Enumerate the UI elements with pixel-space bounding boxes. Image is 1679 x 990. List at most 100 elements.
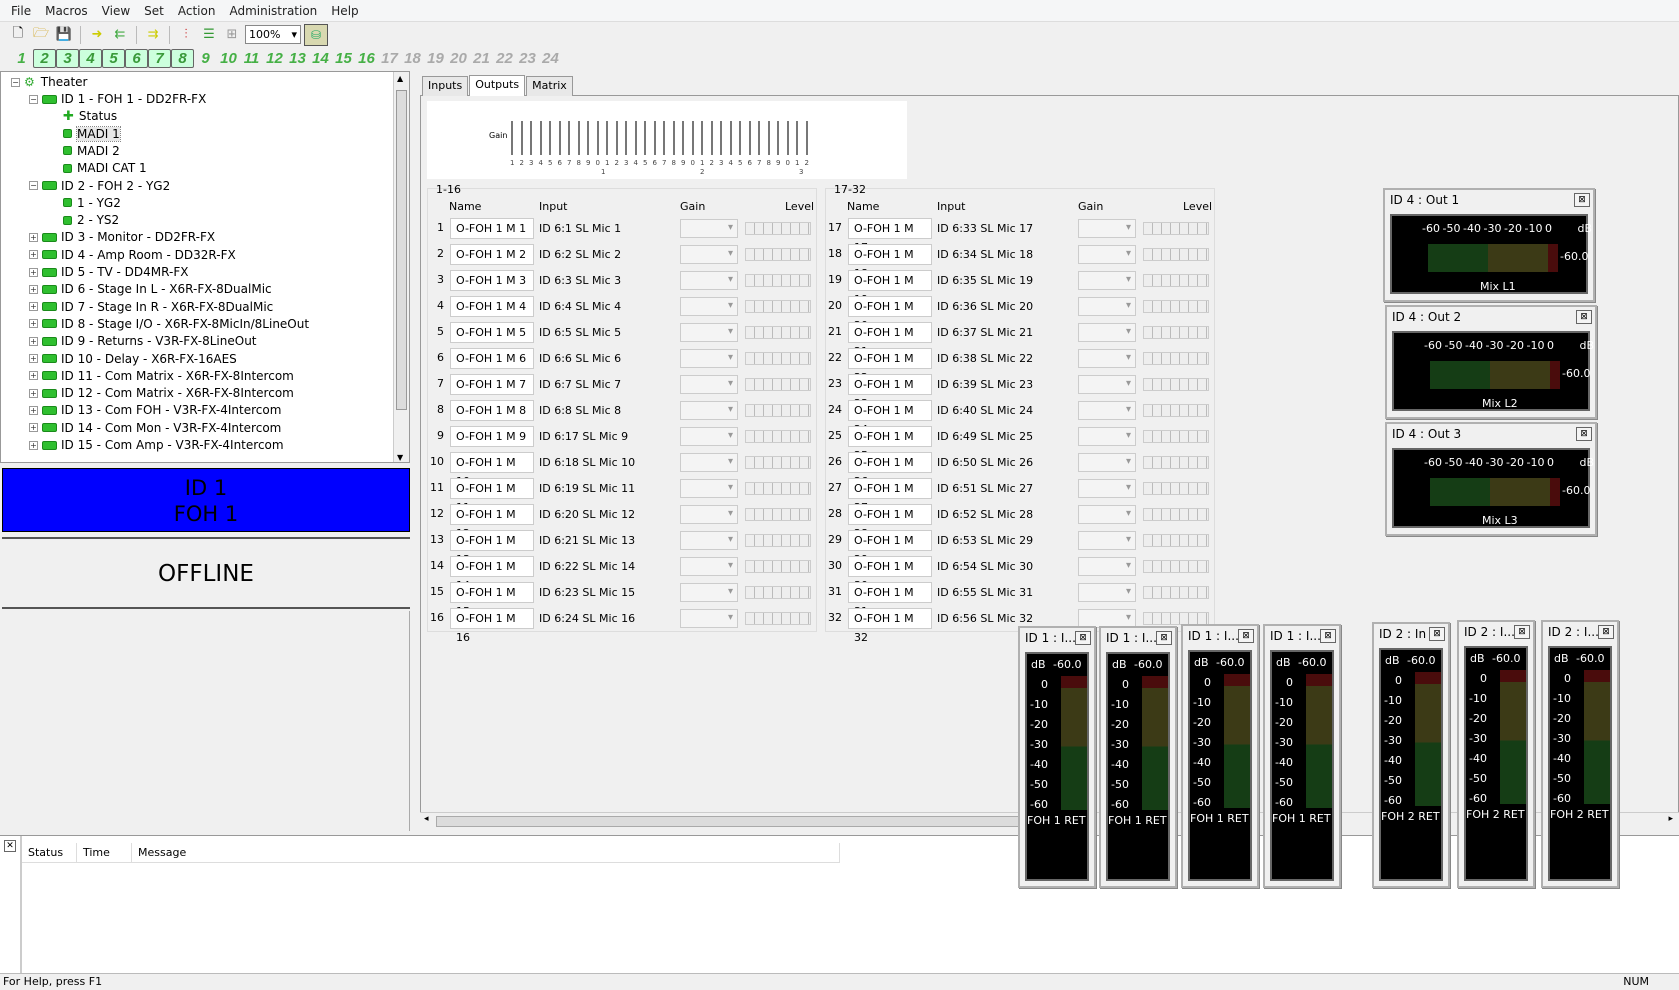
save-icon[interactable]: 💾 (54, 25, 74, 45)
open-folder-icon[interactable]: 🗁 (31, 25, 51, 45)
close-icon[interactable]: ⊠ (1238, 629, 1254, 643)
tree-item[interactable]: + ID 3 - Monitor - DD2FR-FX (29, 228, 215, 246)
device-number-6[interactable]: 6 (125, 48, 148, 68)
output-name-field[interactable]: O-FOH 1 M 1 (450, 218, 534, 239)
gain-select[interactable] (1078, 531, 1136, 550)
output-name-field[interactable]: O-FOH 1 M 14 (450, 556, 534, 592)
gain-fader[interactable] (577, 121, 580, 155)
tab-outputs[interactable]: Outputs (469, 75, 526, 96)
gain-select[interactable] (680, 349, 738, 368)
device-number-3[interactable]: 3 (56, 48, 79, 68)
tree-item[interactable]: + ID 13 - Com FOH - V3R-FX-4Intercom (29, 401, 281, 419)
gain-fader[interactable] (625, 121, 627, 155)
output-name-field[interactable]: O-FOH 1 M 15 (450, 582, 534, 618)
close-icon[interactable]: ⊠ (1576, 427, 1592, 441)
gain-fader[interactable] (758, 121, 760, 155)
collapse-icon[interactable]: − (11, 77, 20, 87)
gain-select[interactable] (680, 479, 738, 498)
gain-fader[interactable] (558, 121, 561, 155)
gain-select[interactable] (680, 245, 738, 264)
device-number-7[interactable]: 7 (148, 48, 171, 68)
gain-select[interactable] (680, 297, 738, 316)
expand-icon[interactable]: + (29, 423, 38, 433)
zoom-select[interactable]: 100% ▾ (245, 25, 301, 44)
gain-select[interactable] (1078, 297, 1136, 316)
device-number-8[interactable]: 8 (171, 48, 194, 68)
output-name-field[interactable]: O-FOH 1 M 31 (848, 582, 932, 618)
gain-select[interactable] (680, 609, 738, 628)
tab-inputs[interactable]: Inputs (422, 76, 469, 96)
output-name-field[interactable]: O-FOH 1 M 17 (848, 218, 932, 254)
menu-administration[interactable]: Administration (222, 4, 324, 18)
close-icon[interactable]: ⊠ (1156, 631, 1172, 645)
tree-item[interactable]: MADI 1 (63, 125, 121, 143)
gain-select[interactable] (680, 427, 738, 446)
output-name-field[interactable]: O-FOH 1 M 4 (450, 296, 534, 317)
device-number-13[interactable]: 13 (286, 49, 309, 68)
tree-item[interactable]: ✚ Status (63, 107, 117, 125)
close-icon[interactable]: ⊠ (1576, 310, 1592, 324)
output-name-field[interactable]: O-FOH 1 M 20 (848, 296, 932, 332)
input-meter-window[interactable]: ID 1 : I... ⊠ dB -60.0 0 -10 -20 -30 -40 -50 -60 FO… (1018, 626, 1096, 888)
output-name-field[interactable]: O-FOH 1 M 7 (450, 374, 534, 395)
gain-select[interactable] (1078, 245, 1136, 264)
output-name-field[interactable]: O-FOH 1 M 5 (450, 322, 534, 343)
gain-fader[interactable] (672, 121, 675, 155)
gain-select[interactable] (680, 271, 738, 290)
expand-icon[interactable]: + (29, 250, 38, 260)
output-name-field[interactable]: O-FOH 1 M 9 (450, 426, 534, 447)
gain-fader[interactable] (777, 121, 779, 155)
expand-icon[interactable]: + (29, 440, 38, 450)
gain-select[interactable] (1078, 401, 1136, 420)
gain-select[interactable] (1078, 453, 1136, 472)
device-number-20[interactable]: 20 (447, 49, 470, 68)
device-number-19[interactable]: 19 (424, 49, 447, 68)
expand-icon[interactable]: + (29, 319, 38, 329)
gain-fader[interactable] (796, 121, 798, 155)
gain-fader[interactable] (682, 121, 684, 155)
gain-select[interactable] (680, 453, 738, 472)
menu-file[interactable]: File (4, 4, 38, 18)
gain-fader[interactable] (539, 121, 542, 155)
disconnect-icon[interactable]: ⇇ (110, 25, 130, 45)
gain-select[interactable] (1078, 271, 1136, 290)
close-icon[interactable]: ⊠ (1574, 193, 1590, 207)
input-meter-window[interactable]: ID 1 : I... ⊠ dB -60.0 0 -10 -20 -30 -40 -50 -60 FO… (1181, 624, 1259, 888)
gain-fader[interactable] (729, 121, 732, 155)
output-name-field[interactable]: O-FOH 1 M 16 (450, 608, 534, 644)
output-name-field[interactable]: O-FOH 1 M 32 (848, 608, 932, 644)
expand-icon[interactable]: + (29, 336, 38, 346)
output-name-field[interactable]: O-FOH 1 M 25 (848, 426, 932, 462)
menu-help[interactable]: Help (324, 4, 365, 18)
device-number-14[interactable]: 14 (309, 49, 332, 68)
input-meter-window[interactable]: ID 2 : In 1 ⊠ dB -60.0 0 -10 -20 -30 -40 -50 -60 FO… (1372, 622, 1450, 888)
gain-select[interactable] (1078, 427, 1136, 446)
gain-fader[interactable] (663, 121, 665, 155)
log-column-time[interactable]: Time (77, 843, 132, 862)
gain-fader[interactable] (644, 121, 646, 155)
gain-fader[interactable] (653, 121, 656, 155)
output-name-field[interactable]: O-FOH 1 M 12 (450, 504, 534, 540)
export-icon[interactable]: ⊞ (222, 25, 242, 45)
close-icon[interactable]: ⊠ (1429, 627, 1445, 641)
mixer-icon[interactable]: ⫶ (176, 25, 196, 45)
gain-fader[interactable] (739, 121, 741, 155)
gain-select[interactable] (680, 583, 738, 602)
gain-fader[interactable] (596, 121, 599, 155)
gain-fader[interactable] (568, 121, 570, 155)
device-number-9[interactable]: 9 (194, 49, 217, 68)
gain-select[interactable] (680, 401, 738, 420)
input-meter-window[interactable]: ID 2 : I... ⊠ dB -60.0 0 -10 -20 -30 -40 -50 -60 FO… (1541, 620, 1619, 888)
gain-select[interactable] (1078, 557, 1136, 576)
gain-select[interactable] (1078, 375, 1136, 394)
gain-fader[interactable] (587, 121, 589, 155)
tree-item[interactable]: + ID 5 - TV - DD4MR-FX (29, 263, 188, 281)
device-number-11[interactable]: 11 (240, 49, 263, 68)
tab-matrix[interactable]: Matrix (526, 76, 573, 96)
gain-select[interactable] (680, 219, 738, 238)
device-number-1[interactable]: 1 (10, 49, 33, 68)
gain-select[interactable] (680, 323, 738, 342)
gain-select[interactable] (1078, 505, 1136, 524)
input-meter-window[interactable]: ID 1 : I... ⊠ dB -60.0 0 -10 -20 -30 -40 -50 -60 FO… (1263, 624, 1341, 888)
tree-item[interactable]: + ID 9 - Returns - V3R-FX-8LineOut (29, 332, 257, 350)
